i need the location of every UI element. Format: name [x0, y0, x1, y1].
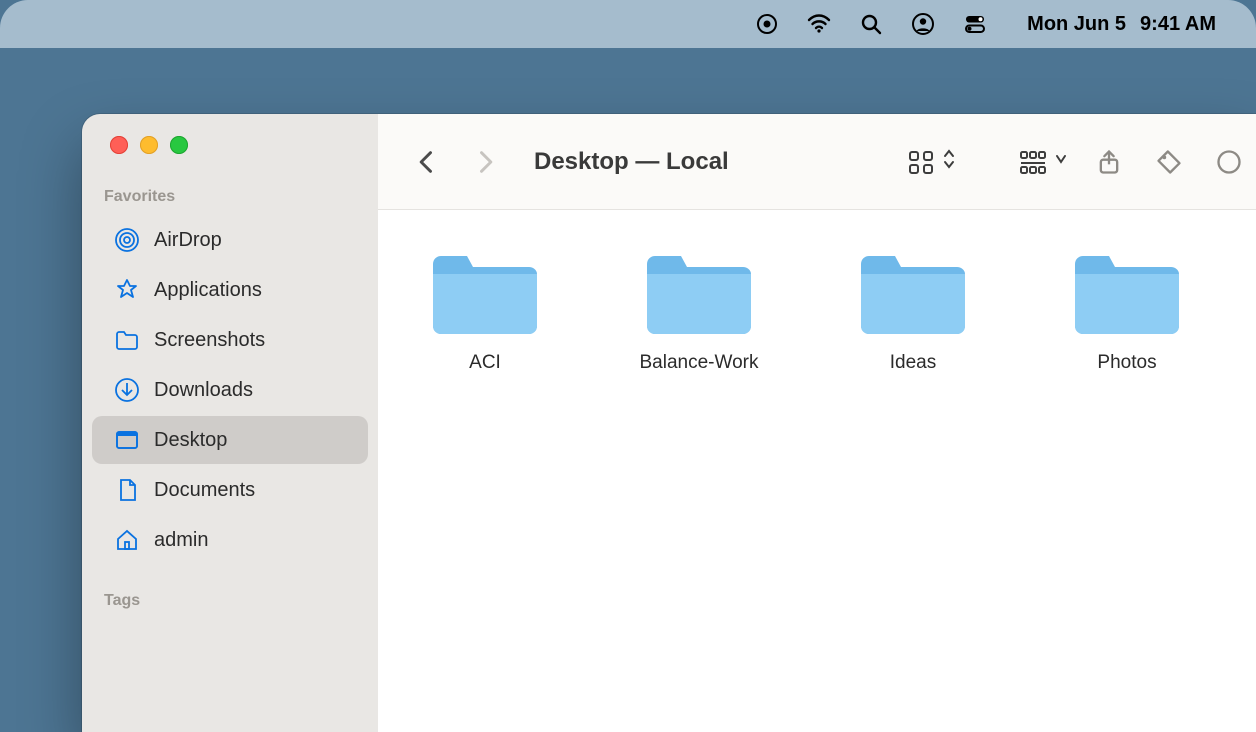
- folder-label: Balance-Work: [640, 352, 759, 374]
- folder-icon: [855, 246, 971, 336]
- sidebar-item-documents[interactable]: Documents: [92, 466, 368, 514]
- file-grid[interactable]: ACI Balance-Work Ideas Photos: [378, 210, 1256, 732]
- sidebar-item-desktop[interactable]: Desktop: [92, 416, 368, 464]
- sidebar-item-downloads[interactable]: Downloads: [92, 366, 368, 414]
- back-button[interactable]: [408, 143, 446, 181]
- chevron-up-down-icon: [942, 148, 956, 175]
- home-icon: [114, 527, 140, 553]
- applications-icon: [114, 277, 140, 303]
- menu-bar: Mon Jun 5 9:41 AM: [0, 0, 1256, 48]
- folder-icon: [427, 246, 543, 336]
- sidebar-item-applications[interactable]: Applications: [92, 266, 368, 314]
- menu-bar-clock[interactable]: Mon Jun 5 9:41 AM: [1027, 13, 1216, 36]
- folder-item[interactable]: ACI: [410, 246, 560, 374]
- folder-item[interactable]: Photos: [1052, 246, 1202, 374]
- window-title: Desktop — Local: [534, 148, 729, 176]
- record-icon[interactable]: [755, 12, 779, 36]
- finder-sidebar: Favorites AirDrop Applications Screensho…: [82, 114, 378, 732]
- folder-label: Photos: [1097, 352, 1156, 374]
- tags-button[interactable]: [1150, 143, 1188, 181]
- menu-bar-time: 9:41 AM: [1140, 13, 1216, 36]
- folder-label: Ideas: [890, 352, 936, 374]
- airdrop-icon: [114, 227, 140, 253]
- sidebar-item-label: admin: [154, 529, 208, 552]
- finder-content: Desktop — Local: [378, 114, 1256, 732]
- chevron-down-icon: [1054, 148, 1068, 175]
- share-button[interactable]: [1090, 143, 1128, 181]
- sidebar-item-airdrop[interactable]: AirDrop: [92, 216, 368, 264]
- finder-toolbar: Desktop — Local: [378, 114, 1256, 210]
- sidebar-item-home[interactable]: admin: [92, 516, 368, 564]
- minimize-window-button[interactable]: [140, 136, 158, 154]
- more-actions-button[interactable]: [1210, 143, 1248, 181]
- close-window-button[interactable]: [110, 136, 128, 154]
- sidebar-item-label: AirDrop: [154, 229, 222, 252]
- group-by-button[interactable]: [1018, 147, 1068, 177]
- forward-button[interactable]: [466, 143, 504, 181]
- folder-icon: [114, 327, 140, 353]
- sidebar-item-label: Desktop: [154, 429, 227, 452]
- user-account-icon[interactable]: [911, 12, 935, 36]
- folder-icon: [641, 246, 757, 336]
- control-center-icon[interactable]: [963, 12, 987, 36]
- desktop-icon: [114, 427, 140, 453]
- wifi-icon[interactable]: [807, 12, 831, 36]
- spotlight-search-icon[interactable]: [859, 12, 883, 36]
- folder-item[interactable]: Balance-Work: [624, 246, 774, 374]
- folder-label: ACI: [469, 352, 501, 374]
- sidebar-item-screenshots[interactable]: Screenshots: [92, 316, 368, 364]
- toolbar-right-group: [906, 143, 1236, 181]
- folder-item[interactable]: Ideas: [838, 246, 988, 374]
- downloads-icon: [114, 377, 140, 403]
- documents-icon: [114, 477, 140, 503]
- zoom-window-button[interactable]: [170, 136, 188, 154]
- finder-window: Favorites AirDrop Applications Screensho…: [82, 114, 1256, 732]
- sidebar-item-label: Downloads: [154, 379, 253, 402]
- window-controls: [82, 136, 378, 154]
- sidebar-item-label: Documents: [154, 479, 255, 502]
- view-mode-button[interactable]: [906, 147, 956, 177]
- sidebar-section-tags: Tags: [82, 586, 378, 618]
- sidebar-section-favorites: Favorites: [82, 182, 378, 214]
- folder-icon: [1069, 246, 1185, 336]
- menu-bar-date: Mon Jun 5: [1027, 13, 1126, 36]
- sidebar-item-label: Screenshots: [154, 329, 265, 352]
- sidebar-item-label: Applications: [154, 279, 262, 302]
